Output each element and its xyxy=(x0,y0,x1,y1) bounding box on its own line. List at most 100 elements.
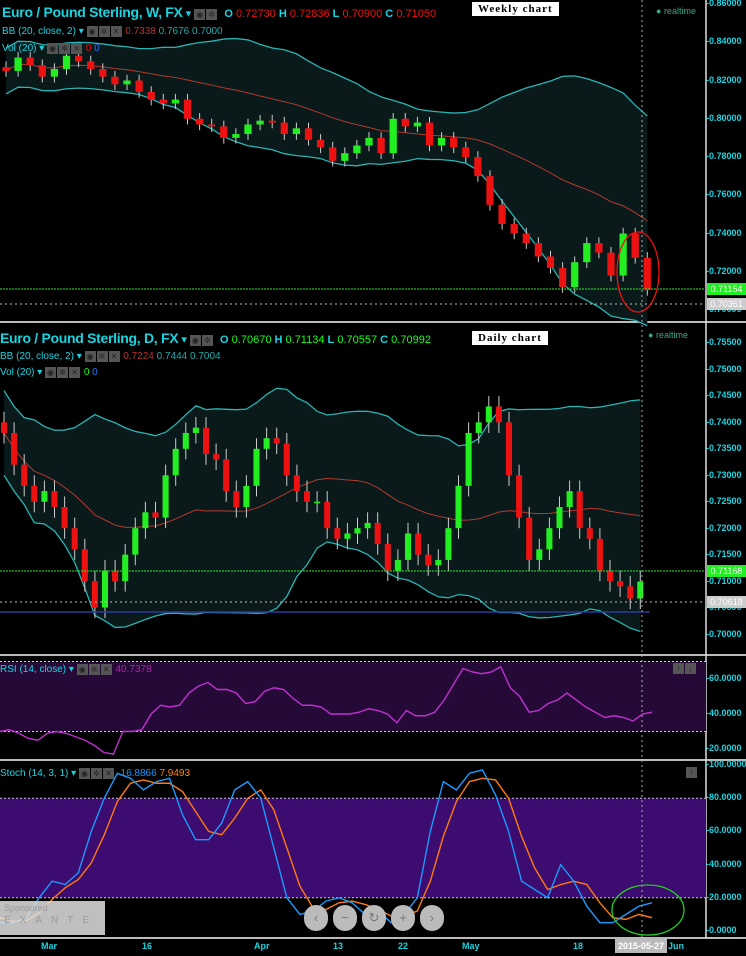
eye-icon[interactable]: ◉ xyxy=(78,768,90,779)
weekly-candle xyxy=(377,137,385,154)
daily-candle xyxy=(21,464,28,486)
close-value: 0.70992 xyxy=(391,334,431,346)
scroll-right-button[interactable]: › xyxy=(420,905,444,931)
bb-label[interactable]: BB (20, close, 2) xyxy=(2,26,76,37)
eye-icon[interactable]: ◉ xyxy=(194,8,206,20)
rsi-label[interactable]: RSI (14, close) xyxy=(0,664,66,675)
gear-icon[interactable]: ✲ xyxy=(88,664,100,675)
eye-icon[interactable]: ◉ xyxy=(45,367,57,378)
vol-label[interactable]: Vol (20) xyxy=(0,367,34,378)
sponsor-brand: EXANTE xyxy=(4,915,99,926)
dropdown-icon[interactable]: ▾ xyxy=(178,334,187,346)
weekly-candle xyxy=(389,118,397,154)
gear-icon[interactable]: ✲ xyxy=(98,26,110,37)
weekly-candle xyxy=(256,120,264,125)
weekly-candle xyxy=(111,76,119,85)
daily-candle xyxy=(465,432,472,486)
weekly-candle xyxy=(304,128,313,140)
weekly-candle xyxy=(74,55,83,62)
reset-button[interactable]: ↻ xyxy=(362,905,386,931)
stoch-band xyxy=(0,798,706,898)
daily-candle xyxy=(142,512,149,529)
weekly-symbol-title[interactable]: Euro / Pound Sterling, W, FX xyxy=(2,4,183,20)
move-up-icon[interactable]: ↑ xyxy=(673,662,684,674)
stoch-label[interactable]: Stoch (14, 3, 1) xyxy=(0,768,68,779)
weekly-candle xyxy=(244,124,252,135)
cursor-date-badge: 2015-05-27 xyxy=(615,939,668,953)
daily-candle xyxy=(374,522,381,545)
weekly-candle xyxy=(631,233,639,258)
daily-candle xyxy=(586,528,593,539)
eye-icon[interactable]: ◉ xyxy=(189,334,201,346)
sponsor-label: Sponsored xyxy=(4,903,48,913)
bb-label[interactable]: BB (20, close, 2) xyxy=(0,351,74,362)
eye-icon[interactable]: ◉ xyxy=(76,664,88,675)
high-value: 0.72836 xyxy=(289,8,330,20)
weekly-candle xyxy=(159,99,167,104)
price-tick: -0.78000 xyxy=(706,151,742,161)
bb-mid: 0.7338 xyxy=(125,26,156,38)
price-tick: -60.0000 xyxy=(706,673,742,683)
zoom-in-button[interactable]: + xyxy=(391,905,415,931)
daily-candle xyxy=(364,522,371,529)
weekly-candle xyxy=(316,139,325,148)
daily-candle xyxy=(384,544,391,571)
weekly-candle xyxy=(195,118,204,125)
price-tick: -40.0000 xyxy=(706,708,742,718)
daily-candle xyxy=(112,570,119,582)
daily-candle xyxy=(303,491,311,502)
daily-candle xyxy=(253,448,260,486)
weekly-candle xyxy=(123,80,131,85)
close-icon[interactable]: ✕ xyxy=(100,664,112,675)
daily-candle xyxy=(526,517,533,560)
daily-candle xyxy=(425,554,432,566)
daily-candle xyxy=(445,528,452,560)
eye-icon[interactable]: ◉ xyxy=(47,43,59,54)
weekly-candle xyxy=(2,67,10,71)
daily-candle xyxy=(172,448,179,476)
stoch-d-value: 7.9493 xyxy=(159,768,191,780)
daily-symbol-title[interactable]: Euro / Pound Sterling, D, FX xyxy=(0,330,179,346)
close-icon[interactable]: ✕ xyxy=(71,43,83,54)
move-up-icon[interactable]: ↑ xyxy=(686,766,697,778)
weekly-candle xyxy=(595,243,603,253)
daily-candle xyxy=(596,538,603,571)
price-tick: -0.71000 xyxy=(706,575,742,586)
weekly-candle xyxy=(522,233,530,244)
open-label: O xyxy=(220,334,229,346)
gear-icon[interactable]: ✲ xyxy=(96,351,108,362)
close-icon[interactable]: ✕ xyxy=(110,26,122,37)
vol-ma-value: 0 xyxy=(94,43,100,55)
weekly-candle xyxy=(353,145,361,154)
daily-candle xyxy=(182,432,189,449)
zoom-out-button[interactable]: − xyxy=(333,905,357,931)
eye-icon[interactable]: ◉ xyxy=(86,26,98,37)
weekly-candle xyxy=(401,118,409,127)
daily-line-badge: 0.70618 xyxy=(707,596,746,608)
gear-icon[interactable]: ✲ xyxy=(57,367,69,378)
chart-canvas[interactable] xyxy=(0,0,746,956)
weekly-candle xyxy=(147,91,155,100)
daily-candle xyxy=(51,491,58,508)
close-icon[interactable]: ✕ xyxy=(69,367,81,378)
move-down-icon[interactable]: ↓ xyxy=(685,662,696,674)
realtime-indicator: ● realtime xyxy=(656,6,696,16)
daily-candle xyxy=(617,581,624,587)
scroll-left-button[interactable]: ‹ xyxy=(304,905,328,931)
sponsor-logo[interactable]: Sponsored EXANTE xyxy=(0,901,105,935)
gear-icon[interactable]: ✲ xyxy=(201,334,213,346)
weekly-candle xyxy=(462,147,470,157)
vol-label[interactable]: Vol (20) xyxy=(2,43,36,54)
gear-icon[interactable]: ✲ xyxy=(206,8,218,20)
weekly-candle xyxy=(425,122,434,146)
price-tick: -40.0000 xyxy=(706,858,742,869)
dropdown-icon[interactable]: ▾ xyxy=(183,8,192,20)
gear-icon[interactable]: ✲ xyxy=(90,768,102,779)
daily-candle xyxy=(334,528,341,539)
weekly-candle xyxy=(607,252,615,276)
gear-icon[interactable]: ✲ xyxy=(59,43,71,54)
close-icon[interactable]: ✕ xyxy=(102,768,114,779)
close-icon[interactable]: ✕ xyxy=(108,351,120,362)
eye-icon[interactable]: ◉ xyxy=(84,351,96,362)
price-tick: -0.86000 xyxy=(706,0,742,8)
